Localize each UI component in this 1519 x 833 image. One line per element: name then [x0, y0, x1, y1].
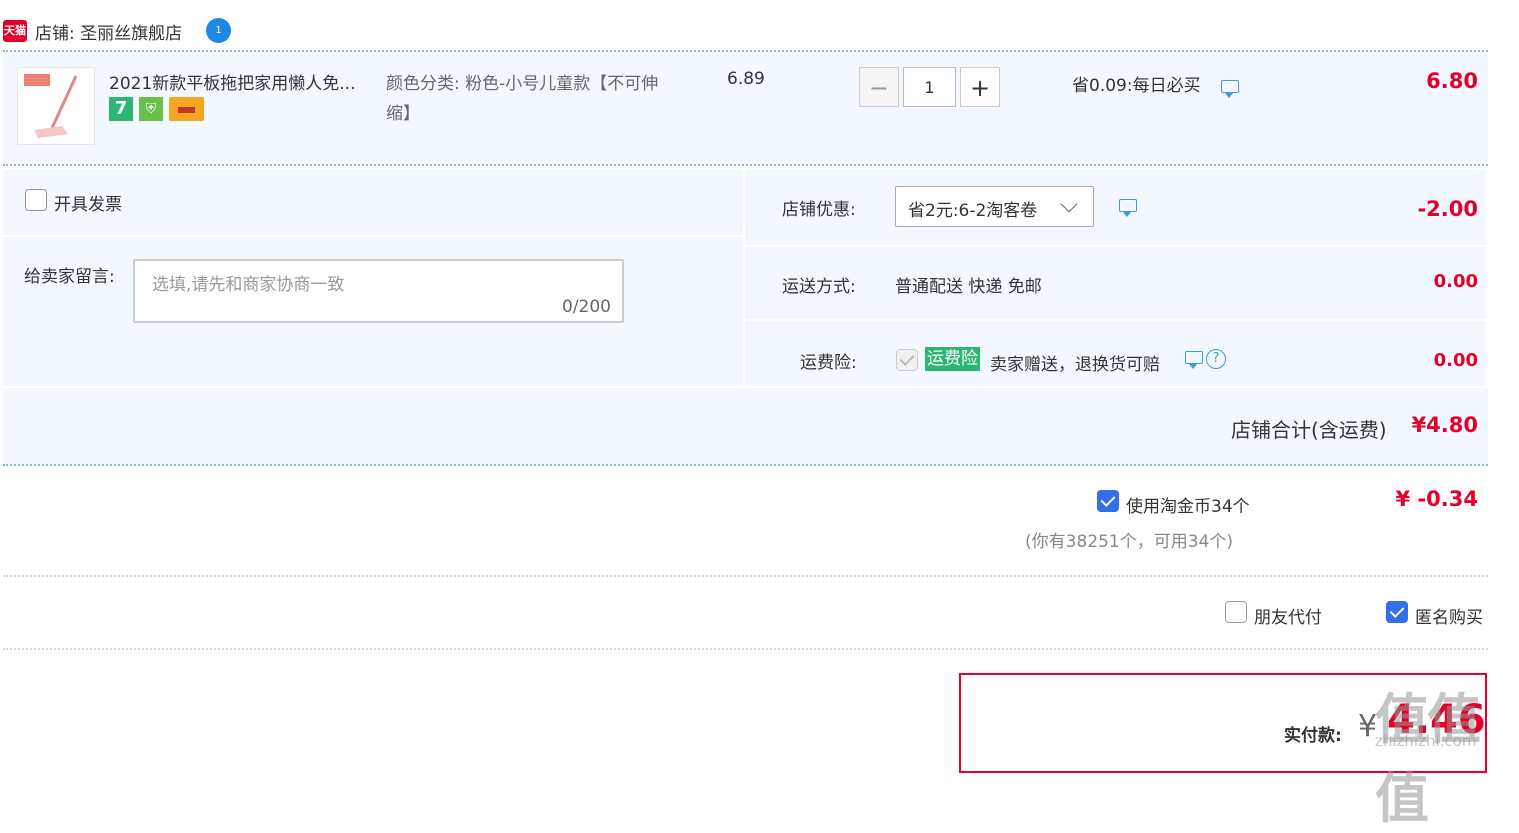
insurance-desc: 卖家赠送，退换货可赔	[990, 355, 1160, 375]
chevron-down-icon	[1060, 195, 1078, 213]
coins-label[interactable]: 使用淘金币34个	[1126, 492, 1250, 517]
divider	[3, 464, 1488, 466]
shipping-amount: 0.00	[1433, 271, 1478, 292]
shop-coupon-label: 店铺优惠:	[782, 200, 856, 220]
coupon-selected-value: 省2元:6-2淘客卷	[908, 201, 1038, 221]
product-title-link[interactable]: 2021新款平板拖把家用懒人免...	[109, 69, 355, 94]
watermark-url: zhizhizhi.com	[1375, 732, 1477, 750]
message-char-counter: 0/200	[562, 297, 611, 317]
wangwang-chat-icon[interactable]: 1	[206, 18, 231, 43]
friend-pay-label[interactable]: 朋友代付	[1254, 603, 1322, 628]
unit-price: 6.89	[727, 69, 765, 89]
invoice-label[interactable]: 开具发票	[54, 190, 122, 215]
insurance-label: 运费险:	[800, 353, 857, 373]
seller-message-textarea[interactable]: 选填,请先和商家协商一致 0/200	[133, 259, 624, 323]
coins-note: (你有38251个，可用34个)	[1025, 532, 1233, 552]
mop-image-icon	[24, 74, 78, 138]
divider	[3, 648, 1488, 650]
friend-pay-checkbox[interactable]	[1225, 601, 1247, 623]
card-icon[interactable]	[169, 97, 204, 121]
comment-icon[interactable]	[1119, 199, 1137, 217]
divider	[3, 164, 1488, 166]
quantity-increase-button[interactable]: +	[960, 67, 1000, 107]
shipping-row	[745, 247, 1486, 319]
coins-amount: ¥ -0.34	[1395, 487, 1478, 511]
help-icon[interactable]: ?	[1206, 349, 1226, 369]
anonymous-label[interactable]: 匿名购买	[1415, 603, 1483, 628]
anonymous-checkbox[interactable]	[1386, 601, 1408, 623]
shield-icon[interactable]: ⛨	[139, 97, 163, 121]
comment-icon[interactable]	[1185, 351, 1203, 369]
product-thumbnail[interactable]	[17, 67, 95, 145]
divider	[3, 575, 1488, 577]
shop-total-value: ¥4.80	[1411, 413, 1478, 437]
payment-label: 实付款:	[1284, 726, 1342, 746]
seven-day-return-badge[interactable]: 7	[109, 97, 133, 121]
shipping-label: 运送方式:	[782, 277, 856, 297]
shop-coupon-row	[745, 170, 1486, 245]
shop-total-label: 店铺合计(含运费)	[1231, 418, 1387, 442]
coins-checkbox[interactable]	[1097, 490, 1119, 512]
discount-tip: 省0.09:每日必买	[1072, 76, 1201, 96]
comment-icon[interactable]	[1221, 80, 1239, 98]
tmall-logo: 天猫	[3, 20, 27, 42]
message-label: 给卖家留言:	[24, 267, 115, 287]
sku-spec: 颜色分类: 粉色-小号儿童款【不可伸缩】	[386, 74, 659, 124]
shop-coupon-select[interactable]: 省2元:6-2淘客卷	[895, 186, 1094, 227]
insurance-amount: 0.00	[1433, 350, 1478, 371]
message-placeholder: 选填,请先和商家协商一致	[152, 275, 345, 295]
watermark-logo: 值值值	[1375, 688, 1481, 830]
quantity-input[interactable]: 1	[903, 67, 956, 107]
shop-coupon-amount: -2.00	[1417, 197, 1478, 221]
shipping-method: 普通配送 快递 免邮	[895, 277, 1042, 297]
insurance-tag: 运费险	[925, 347, 980, 371]
insurance-checkbox	[896, 349, 918, 371]
invoice-checkbox[interactable]	[25, 189, 47, 211]
item-subtotal: 6.80	[1426, 69, 1478, 93]
quantity-decrease-button[interactable]: −	[859, 67, 899, 107]
shop-name-link[interactable]: 店铺: 圣丽丝旗舰店	[35, 19, 182, 44]
